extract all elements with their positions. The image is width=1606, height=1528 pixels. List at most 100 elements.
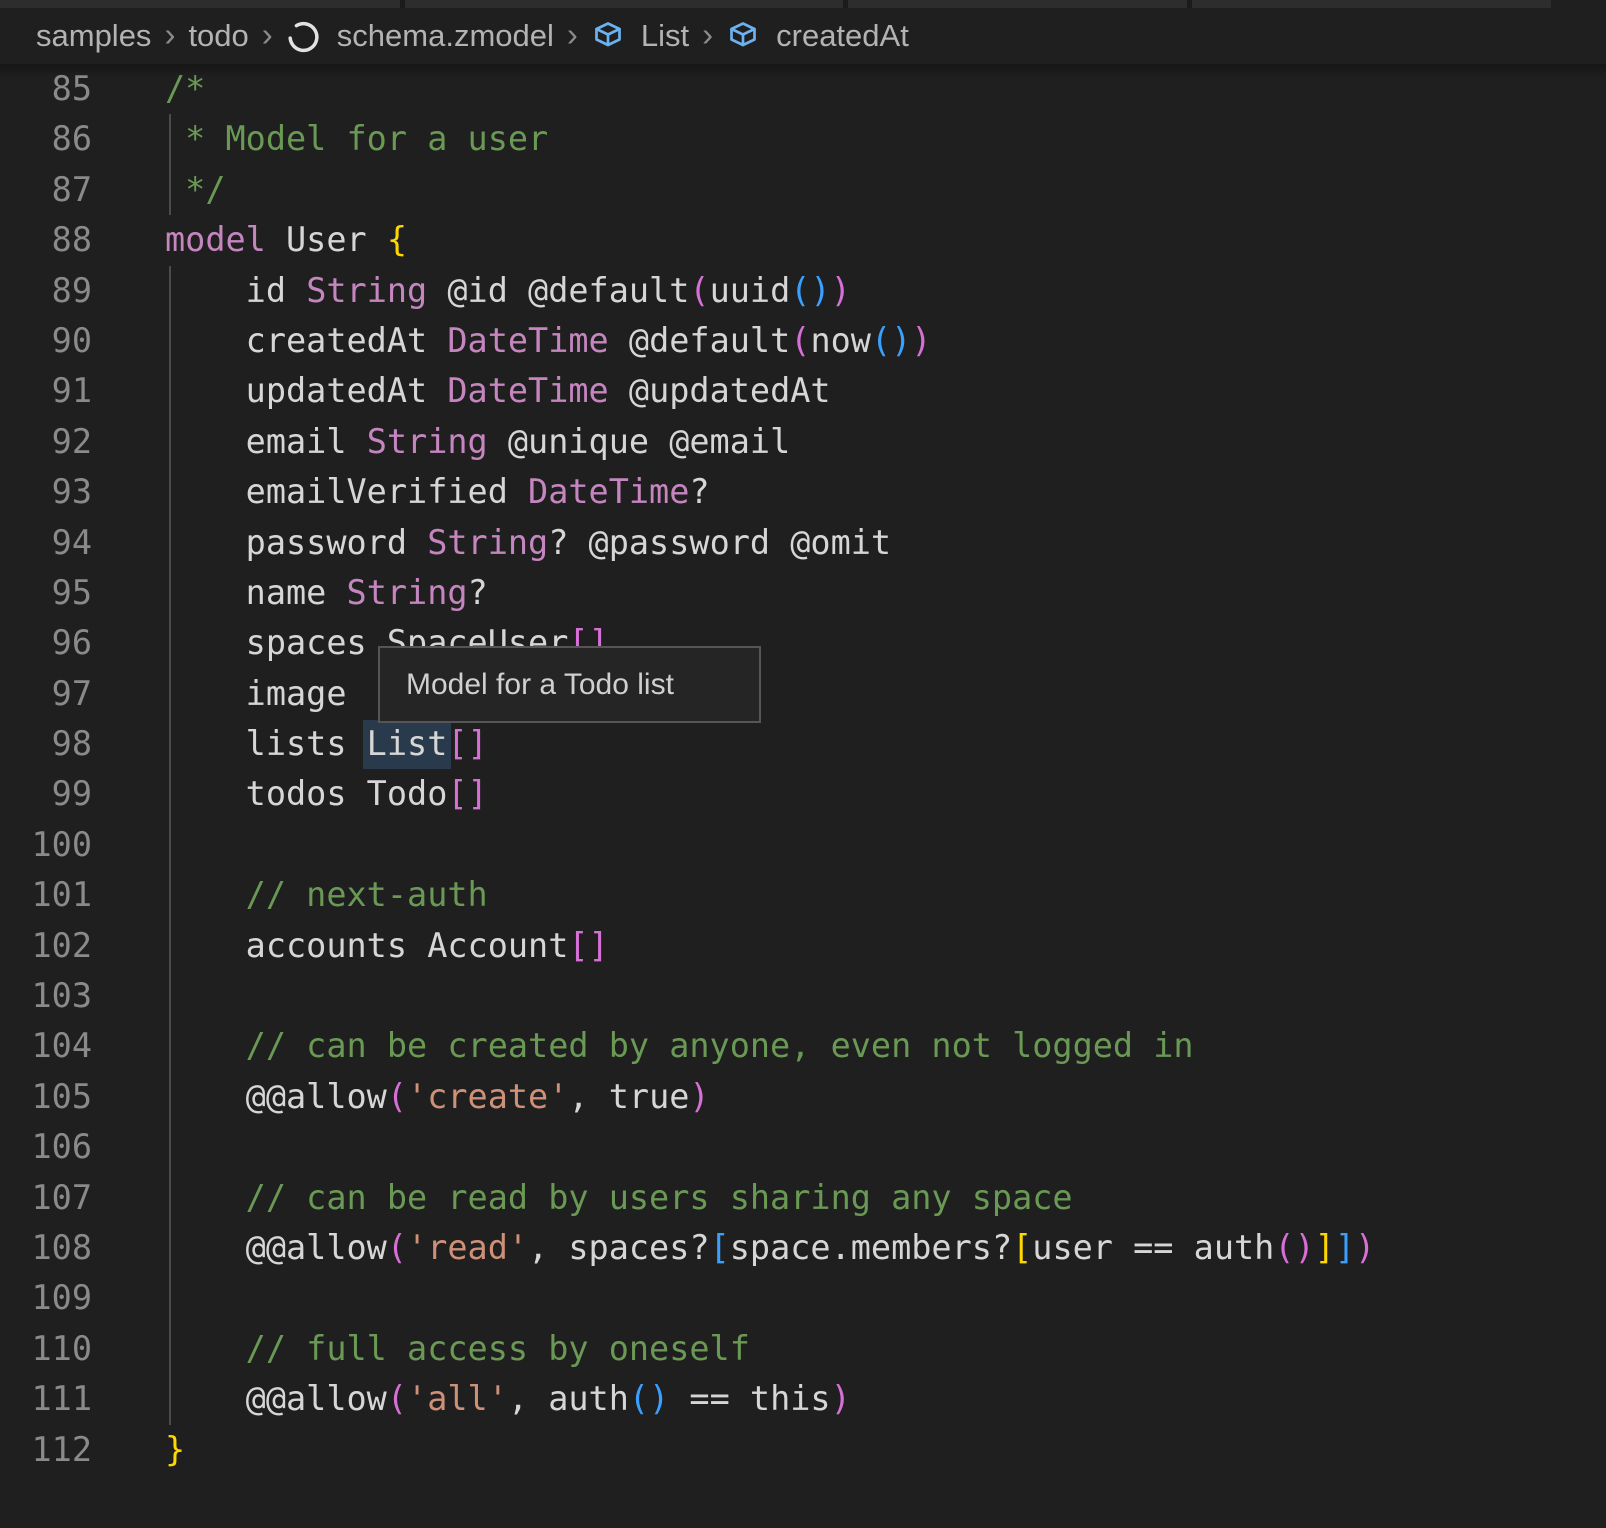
hover-tooltip: Model for a Todo list: [378, 646, 761, 723]
code-line-text: [92, 971, 165, 1021]
code-token: ? @password @omit: [548, 523, 891, 562]
code-line-text: password String? @password @omit: [92, 518, 891, 568]
code-line: 111 @@allow('all', auth() == this): [0, 1374, 1606, 1424]
code-token: user == auth: [1032, 1228, 1274, 1267]
code-line: 106: [0, 1122, 1606, 1172]
code-line: 85/*: [0, 64, 1606, 114]
code-line: 101 // next-auth: [0, 870, 1606, 920]
breadcrumb: samples › todo › schema.zmodel › List ›: [0, 8, 1606, 64]
code-token: @default: [609, 321, 791, 360]
code-token: ): [831, 1379, 851, 1418]
code-token: , auth: [508, 1379, 629, 1418]
code-token: email: [165, 422, 367, 461]
line-number: 96: [0, 618, 92, 668]
code-token: password: [165, 523, 427, 562]
code-token: ]: [1315, 1228, 1335, 1267]
code-line: 87 */: [0, 165, 1606, 215]
line-number: 90: [0, 316, 92, 366]
code-line-text: lists List[]: [92, 719, 488, 769]
line-number: 106: [0, 1122, 92, 1172]
code-line-text: name String?: [92, 568, 488, 618]
code-token: // full access by oneself: [165, 1329, 750, 1368]
code-token: []: [447, 724, 487, 763]
code-token: DateTime: [447, 321, 608, 360]
code-token: @@allow: [165, 1228, 387, 1267]
tab-bar[interactable]: [0, 0, 1606, 8]
code-token: updatedAt: [165, 371, 447, 410]
line-number: 95: [0, 568, 92, 618]
code-line: 110 // full access by oneself: [0, 1324, 1606, 1374]
tab-divider: [1187, 0, 1192, 8]
code-line: 105 @@allow('create', true): [0, 1072, 1606, 1122]
code-line-text: }: [92, 1425, 185, 1475]
code-token: ]: [1335, 1228, 1355, 1267]
code-line: 91 updatedAt DateTime @updatedAt: [0, 366, 1606, 416]
line-number: 110: [0, 1324, 92, 1374]
code-token: [: [1012, 1228, 1032, 1267]
code-line-text: createdAt DateTime @default(now()): [92, 316, 931, 366]
code-line-text: emailVerified DateTime?: [92, 467, 710, 517]
code-token: User: [266, 220, 387, 259]
code-line-text: accounts Account[]: [92, 921, 609, 971]
breadcrumb-item-samples[interactable]: samples: [36, 18, 151, 54]
code-token: []: [568, 926, 608, 965]
chevron-right-icon: ›: [164, 18, 175, 51]
code-token: (: [790, 321, 810, 360]
code-token: todos Todo: [165, 774, 447, 813]
chevron-right-icon: ›: [262, 18, 273, 51]
code-token: 'all': [407, 1379, 508, 1418]
code-token: , spaces?: [528, 1228, 710, 1267]
code-line-text: [92, 1273, 165, 1323]
line-number: 86: [0, 114, 92, 164]
code-token: now: [810, 321, 871, 360]
line-number: 93: [0, 467, 92, 517]
code-line-text: id String @id @default(uuid()): [92, 266, 851, 316]
tab-bar-end: [1551, 0, 1606, 8]
line-number: 88: [0, 215, 92, 265]
code-line: 108 @@allow('read', spaces?[space.member…: [0, 1223, 1606, 1273]
line-number: 91: [0, 366, 92, 416]
code-line: 90 createdAt DateTime @default(now()): [0, 316, 1606, 366]
code-line-text: // can be created by anyone, even not lo…: [92, 1021, 1194, 1071]
line-number: 109: [0, 1273, 92, 1323]
code-line-text: todos Todo[]: [92, 769, 488, 819]
code-token: ?: [468, 573, 488, 612]
code-line-text: // next-auth: [92, 870, 488, 920]
breadcrumb-item-schema-zmodel[interactable]: schema.zmodel: [337, 18, 554, 54]
code-token: 'read': [407, 1228, 528, 1267]
code-token: String: [347, 573, 468, 612]
code-token: emailVerified: [165, 472, 528, 511]
line-number: 112: [0, 1425, 92, 1475]
line-number: 101: [0, 870, 92, 920]
code-token: []: [447, 774, 487, 813]
code-line: 95 name String?: [0, 568, 1606, 618]
line-number: 111: [0, 1374, 92, 1424]
breadcrumb-item-list[interactable]: List: [641, 18, 689, 54]
code-token: DateTime: [447, 371, 608, 410]
code-line-text: [92, 1122, 165, 1172]
code-line-text: @@allow('all', auth() == this): [92, 1374, 851, 1424]
breadcrumb-item-todo[interactable]: todo: [188, 18, 248, 54]
code-line: 92 email String @unique @email: [0, 417, 1606, 467]
line-number: 94: [0, 518, 92, 568]
line-number: 107: [0, 1173, 92, 1223]
code-token: */: [165, 170, 226, 209]
tab-divider: [400, 0, 405, 8]
code-token: space.members?: [730, 1228, 1012, 1267]
code-token: id: [165, 271, 306, 310]
code-token: * Model for a user: [165, 119, 548, 158]
line-number: 98: [0, 719, 92, 769]
code-token: createdAt: [165, 321, 447, 360]
code-token: @unique @email: [488, 422, 791, 461]
code-lines: 85/*86 * Model for a user87 */88model Us…: [0, 64, 1606, 1475]
breadcrumb-item-createdat[interactable]: createdAt: [776, 18, 909, 54]
code-token: accounts Account: [165, 926, 568, 965]
code-line: 112}: [0, 1425, 1606, 1475]
code-line: 102 accounts Account[]: [0, 921, 1606, 971]
code-token: (): [871, 321, 911, 360]
code-token: String: [367, 422, 488, 461]
code-token: // next-auth: [165, 875, 488, 914]
code-line: 94 password String? @password @omit: [0, 518, 1606, 568]
code-token: ): [831, 271, 851, 310]
code-editor[interactable]: 85/*86 * Model for a user87 */88model Us…: [0, 64, 1606, 1528]
